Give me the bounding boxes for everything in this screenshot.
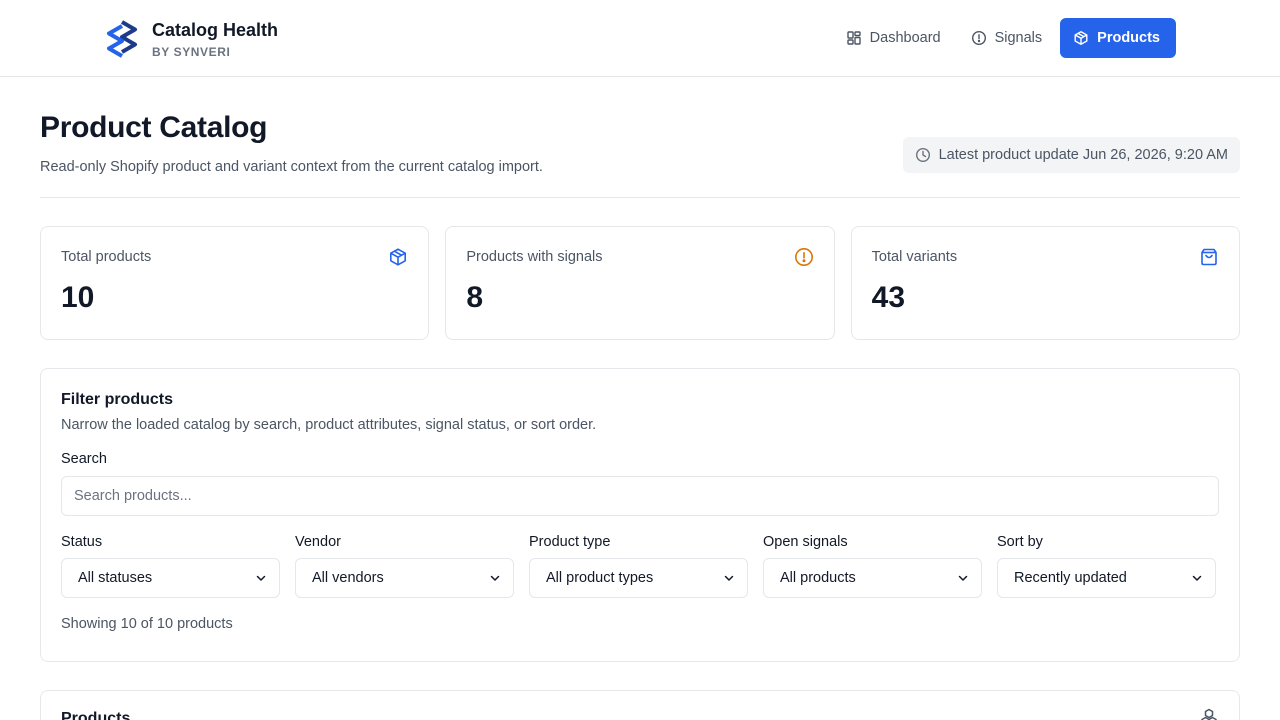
nav-dashboard-label: Dashboard bbox=[869, 30, 941, 46]
stat-card-products-with-signals: Products with signals 8 bbox=[445, 226, 835, 340]
open-signals-select-value: All products bbox=[780, 570, 856, 586]
stat-card-total-variants: Total variants 43 bbox=[850, 226, 1240, 340]
open-signals-filter-label: Open signals bbox=[763, 534, 848, 550]
status-select[interactable]: All statuses bbox=[61, 558, 280, 598]
filter-panel: Filter products Narrow the loaded catalo… bbox=[40, 368, 1240, 662]
page-title: Product Catalog bbox=[40, 111, 268, 144]
stats-row: Total products 10 Products with signals … bbox=[40, 226, 1240, 340]
box-icon bbox=[1074, 31, 1088, 45]
chevron-down-icon bbox=[958, 575, 968, 581]
page-heading: Product Catalog Read-only Shopify produc… bbox=[40, 108, 543, 175]
vendor-select-value: All vendors bbox=[312, 570, 384, 586]
vendor-filter: Vendor All vendors bbox=[295, 534, 514, 598]
divider bbox=[40, 197, 1240, 198]
nav-products[interactable]: Products bbox=[1060, 18, 1176, 58]
sort-by-select-value: Recently updated bbox=[1014, 570, 1127, 586]
results-count: Showing 10 of 10 products bbox=[61, 616, 233, 632]
open-signals-filter: Open signals All products bbox=[763, 534, 982, 598]
sort-by-filter-label: Sort by bbox=[997, 534, 1043, 550]
page-description: Read-only Shopify product and variant co… bbox=[40, 159, 543, 175]
stat-value: 10 bbox=[61, 281, 95, 314]
alert-circle-icon bbox=[971, 30, 986, 46]
status-filter-label: Status bbox=[61, 534, 103, 550]
product-type-filter: Product type All product types bbox=[529, 534, 748, 598]
nav-signals[interactable]: Signals bbox=[959, 18, 1055, 58]
stat-label: Total products bbox=[61, 249, 152, 265]
brand-title: Catalog Health bbox=[152, 20, 279, 40]
search-input[interactable] bbox=[61, 476, 1219, 516]
vendor-filter-label: Vendor bbox=[295, 534, 341, 550]
chevron-down-icon bbox=[724, 575, 734, 581]
nav-dashboard[interactable]: Dashboard bbox=[834, 18, 953, 58]
chevron-down-icon bbox=[490, 575, 500, 581]
product-type-filter-label: Product type bbox=[529, 534, 611, 550]
open-signals-select[interactable]: All products bbox=[763, 558, 982, 598]
vendor-select[interactable]: All vendors bbox=[295, 558, 514, 598]
clock-icon bbox=[915, 147, 930, 163]
nav-products-label: Products bbox=[1097, 30, 1160, 46]
filter-selects: Status All statuses Vendor All vendors P… bbox=[61, 534, 1219, 598]
filter-panel-title: Filter products bbox=[61, 391, 174, 408]
chevron-down-icon bbox=[256, 575, 266, 581]
box-icon bbox=[390, 248, 407, 266]
main-nav: Dashboard Signals Products bbox=[834, 18, 1176, 58]
sort-by-filter: Sort by Recently updated bbox=[997, 534, 1216, 598]
latest-update-text: Latest product update Jun 26, 2026, 9:20… bbox=[938, 147, 1228, 163]
search-label: Search bbox=[61, 451, 107, 467]
nav-signals-label: Signals bbox=[994, 30, 1043, 46]
brand[interactable]: Catalog Health BY SYNVERI bbox=[104, 18, 278, 60]
products-panel-title: Products bbox=[61, 710, 131, 720]
status-filter: Status All statuses bbox=[61, 534, 280, 598]
stat-value: 43 bbox=[871, 281, 906, 314]
alert-circle-icon bbox=[794, 248, 813, 266]
stat-label: Products with signals bbox=[466, 249, 603, 265]
product-type-select[interactable]: All product types bbox=[529, 558, 748, 598]
latest-update-badge: Latest product update Jun 26, 2026, 9:20… bbox=[902, 137, 1240, 173]
boxes-icon bbox=[1201, 708, 1217, 720]
shopping-bag-icon bbox=[1201, 248, 1217, 266]
brand-subtitle: BY SYNVERI bbox=[152, 45, 231, 59]
filter-panel-description: Narrow the loaded catalog by search, pro… bbox=[61, 417, 597, 433]
status-select-value: All statuses bbox=[78, 570, 153, 586]
synveri-logo-icon bbox=[107, 20, 137, 58]
top-bar: Catalog Health BY SYNVERI Dashboard Sign… bbox=[0, 0, 1280, 77]
stat-label: Total variants bbox=[871, 249, 958, 265]
stat-card-total-products: Total products 10 bbox=[40, 226, 430, 340]
dashboard-icon bbox=[846, 31, 861, 45]
stat-value: 8 bbox=[466, 281, 484, 314]
products-panel: Products bbox=[40, 690, 1240, 720]
sort-by-select[interactable]: Recently updated bbox=[997, 558, 1216, 598]
chevron-down-icon bbox=[1192, 575, 1202, 581]
product-type-select-value: All product types bbox=[546, 570, 654, 586]
